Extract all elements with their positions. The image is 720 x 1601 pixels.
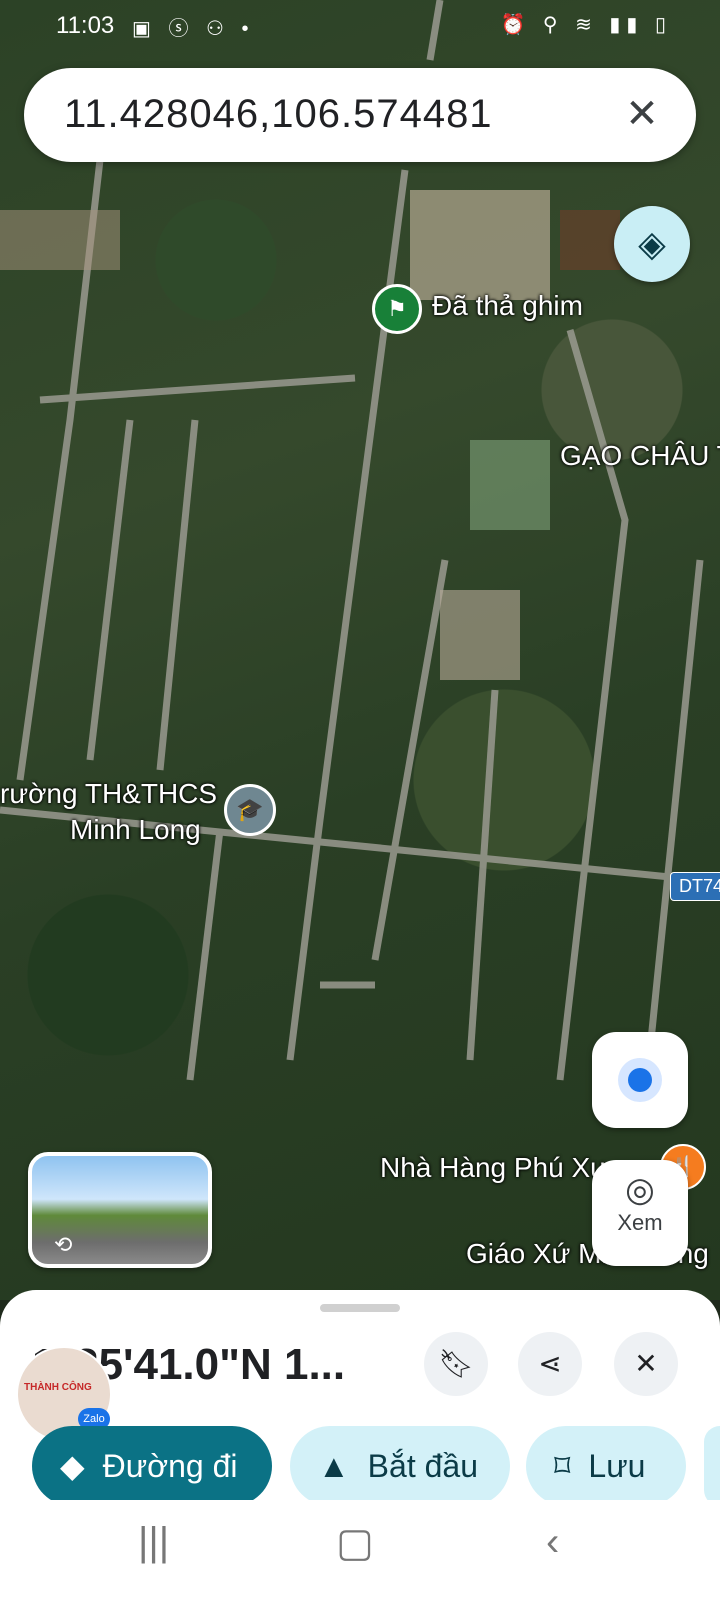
search-bar[interactable]: 11.428046,106.574481 ✕: [24, 68, 696, 162]
xem-button[interactable]: ◎ Xem: [592, 1160, 688, 1266]
bookmark-button[interactable]: 🔖︎: [424, 1332, 488, 1396]
home-icon[interactable]: ▢: [336, 1520, 374, 1566]
poi-label-gao-chau[interactable]: GẠO CHÂU T: [560, 440, 720, 472]
share-button[interactable]: ⋖: [518, 1332, 582, 1396]
avatar-text: THÀNH CÔNG: [24, 1382, 92, 1393]
status-bar: 11:03 ▣ ⓢ ⚇ • ⏰ ⚲ ≋ ▮▮ ▯: [0, 0, 720, 52]
street-view-icon: ⟲: [54, 1232, 73, 1257]
status-right-icons: ⏰ ⚲ ≋ ▮▮ ▯: [500, 14, 672, 36]
my-location-icon: [628, 1068, 652, 1092]
school-label-line1[interactable]: rường TH&THCS: [0, 778, 217, 810]
my-location-button[interactable]: [592, 1032, 688, 1128]
clear-search-icon[interactable]: ✕: [616, 88, 668, 140]
directions-icon: ◆: [60, 1448, 85, 1484]
save-button[interactable]: ⌑ Lưu: [526, 1426, 686, 1506]
save-icon: ⌑: [554, 1448, 571, 1484]
save-label: Lưu: [588, 1448, 646, 1484]
lens-icon: ◎: [625, 1171, 655, 1209]
dropped-pin-label: Đã thả ghim: [432, 290, 583, 321]
share-icon: ⋖: [538, 1348, 562, 1379]
search-query[interactable]: 11.428046,106.574481: [64, 92, 493, 137]
road-badge: DT74: [670, 872, 720, 901]
xem-label: Xem: [617, 1210, 663, 1235]
close-icon: ✕: [634, 1348, 658, 1379]
layers-button[interactable]: ◈: [614, 206, 690, 282]
directions-button[interactable]: ◆ Đường đi: [32, 1426, 272, 1506]
school-icon[interactable]: 🎓: [224, 784, 276, 836]
bookmark-icon: 🔖︎: [438, 1348, 474, 1379]
street-view-thumbnail[interactable]: ⟲: [28, 1152, 212, 1268]
status-left-icons: ▣ ⓢ ⚇ •: [132, 18, 255, 40]
directions-label: Đường đi: [102, 1448, 238, 1484]
school-label-line2[interactable]: Minh Long: [70, 814, 201, 846]
start-label: Bắt đầu: [367, 1448, 478, 1484]
start-button[interactable]: ▲ Bắt đầu: [290, 1426, 510, 1506]
dropped-pin-icon[interactable]: ⚑: [372, 284, 422, 334]
back-icon[interactable]: ‹: [546, 1520, 559, 1565]
recents-icon[interactable]: |||: [138, 1520, 169, 1565]
system-nav-bar: ||| ▢ ‹: [0, 1500, 720, 1601]
restaurant-label[interactable]: Nhà Hàng Phú Xu: [380, 1152, 606, 1184]
more-actions-chip[interactable]: [704, 1426, 720, 1506]
status-time: 11:03: [56, 12, 115, 39]
navigation-arrow-icon: ▲: [318, 1448, 350, 1484]
layers-icon: ◈: [638, 223, 666, 264]
sheet-handle[interactable]: [320, 1304, 400, 1312]
close-sheet-button[interactable]: ✕: [614, 1332, 678, 1396]
